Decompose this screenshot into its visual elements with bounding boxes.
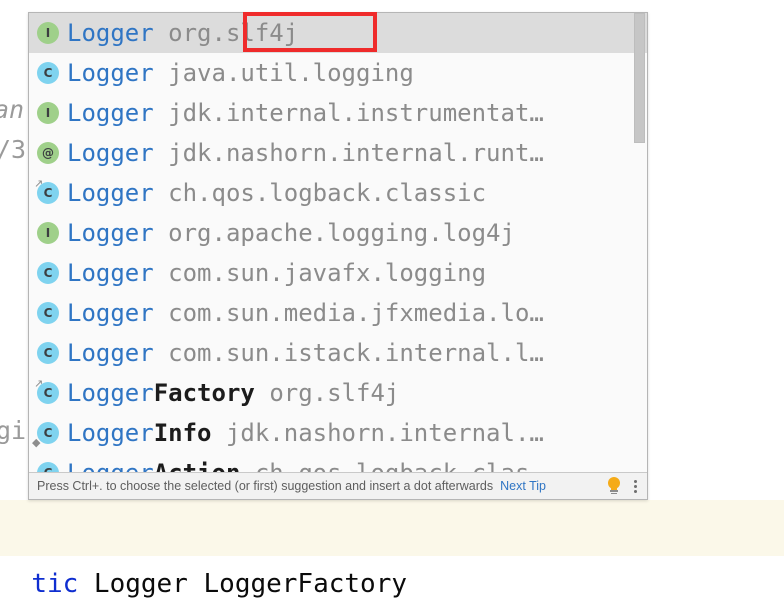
editor-current-line[interactable]: tic Logger LoggerFactory — [0, 500, 784, 599]
code-text: Logger LoggerFactory — [78, 569, 408, 599]
suggestion-row[interactable]: @ Logger jdk.nashorn.internal.runt… — [29, 133, 647, 173]
suggestion-match-prefix: Logger — [67, 19, 154, 47]
interface-icon: I — [37, 222, 59, 244]
suggestion-match-prefix: Logger — [67, 299, 154, 327]
final-class-icon: C ◆ — [32, 422, 59, 448]
suggestion-match-prefix: Logger — [67, 59, 154, 87]
annotation-icon: @ — [37, 142, 59, 164]
hint-text: Press Ctrl+. to choose the selected (or … — [37, 479, 494, 493]
suggestion-row[interactable]: I Logger jdk.internal.instrumentat… — [29, 93, 647, 133]
suggestion-row[interactable]: C Logger com.sun.media.jfxmedia.lo… — [29, 293, 647, 333]
suggestion-match-prefix: Logger — [67, 139, 154, 167]
suggestion-text: Logger org.apache.logging.log4j — [67, 213, 515, 253]
next-tip-link[interactable]: Next Tip — [500, 479, 546, 493]
suggestion-match-prefix: Logger — [67, 419, 154, 447]
suggestion-row[interactable]: C ◆ LoggerInfo jdk.nashorn.internal.… — [29, 413, 647, 453]
modifier-badge-icon: ◆ — [32, 436, 41, 449]
suggestion-text: Logger java.util.logging — [67, 53, 414, 93]
suggestion-text: Logger com.sun.istack.internal.l… — [67, 333, 544, 373]
suggestion-name-suffix: Factory — [153, 379, 255, 407]
suggestion-text: Logger com.sun.javafx.logging — [67, 253, 486, 293]
kebab-menu-icon[interactable] — [631, 477, 641, 495]
suggestion-package: jdk.internal.instrumentat… — [168, 99, 544, 127]
suggestion-match-prefix: Logger — [67, 379, 154, 407]
modifier-badge-icon: ↗ — [34, 177, 44, 190]
suggestion-name-suffix: Action — [153, 459, 241, 473]
suggestion-match-prefix: Logger — [67, 459, 154, 473]
suggestion-text: Logger com.sun.media.jfxmedia.lo… — [67, 293, 544, 333]
suggestion-package: ch.qos.logback.classic — [168, 179, 487, 207]
suggestion-package: com.sun.javafx.logging — [168, 259, 487, 287]
suggestion-package: org.apache.logging.log4j — [168, 219, 515, 247]
suggestion-text: Logger ch.qos.logback.classic — [67, 173, 486, 213]
popup-scrollbar-thumb[interactable] — [634, 13, 645, 143]
suggestion-text: Logger jdk.nashorn.internal.runt… — [67, 133, 544, 173]
suggestion-match-prefix: Logger — [67, 339, 154, 367]
suggestion-row[interactable]: C Logger com.sun.istack.internal.l… — [29, 333, 647, 373]
interface-icon: I — [37, 102, 59, 124]
editor-background-fragment: an — [0, 95, 25, 124]
suggestion-text: Logger jdk.internal.instrumentat… — [67, 93, 544, 133]
class-icon: C — [37, 62, 59, 84]
interface-icon: I — [37, 22, 59, 44]
code-completion-popup[interactable]: I Logger org.slf4j C Logger java.util.loggi… — [28, 12, 648, 500]
suggestion-row[interactable]: I Logger org.apache.logging.log4j — [29, 213, 647, 253]
abstract-class-icon: C ↗ — [34, 177, 59, 204]
suggestion-package: com.sun.media.jfxmedia.lo… — [168, 299, 544, 327]
suggestion-package: org.slf4j — [168, 19, 299, 47]
popup-footer: Press Ctrl+. to choose the selected (or … — [29, 472, 647, 499]
suggestion-row[interactable]: C ↗ LoggerFactory org.slf4j — [29, 373, 647, 413]
lightbulb-icon[interactable] — [606, 477, 622, 495]
suggestion-package: jdk.nashorn.internal.runt… — [168, 139, 544, 167]
suggestion-match-prefix: Logger — [67, 219, 154, 247]
code-keyword: tic — [31, 569, 79, 599]
suggestion-package: com.sun.istack.internal.l… — [168, 339, 544, 367]
suggestion-package: java.util.logging — [168, 59, 414, 87]
suggestion-text: LoggerFactory org.slf4j — [67, 373, 399, 413]
editor-background-fragment: /3 — [0, 135, 27, 164]
modifier-badge-icon: ↗ — [34, 377, 44, 390]
suggestion-package: ch.qos.logback.clas — [254, 459, 530, 473]
suggestion-package: org.slf4j — [269, 379, 400, 407]
suggestion-row[interactable]: C Logger java.util.logging — [29, 53, 647, 93]
suggestion-row[interactable]: C Logger com.sun.javafx.logging — [29, 253, 647, 293]
editor-background-fragment: gi — [0, 416, 27, 445]
class-icon: C — [37, 302, 59, 324]
suggestion-match-prefix: Logger — [67, 179, 154, 207]
suggestion-list[interactable]: I Logger org.slf4j C Logger java.util.loggi… — [29, 13, 647, 473]
class-icon: C — [37, 342, 59, 364]
suggestion-match-prefix: Logger — [67, 259, 154, 287]
suggestion-row[interactable]: I Logger org.slf4j — [29, 13, 647, 53]
popup-scrollbar[interactable] — [627, 13, 647, 473]
suggestion-text: Logger org.slf4j — [67, 13, 298, 53]
suggestion-match-prefix: Logger — [67, 99, 154, 127]
suggestion-text: LoggerInfo jdk.nashorn.internal.… — [67, 413, 544, 453]
suggestion-row[interactable]: C LoggerAction ch.qos.logback.clas — [29, 453, 647, 473]
suggestion-row[interactable]: C ↗ Logger ch.qos.logback.classic — [29, 173, 647, 213]
abstract-class-icon: C ↗ — [34, 377, 59, 404]
suggestion-name-suffix: Info — [153, 419, 212, 447]
suggestion-text: LoggerAction ch.qos.logback.clas — [67, 453, 529, 473]
class-icon: C — [37, 262, 59, 284]
suggestion-package: jdk.nashorn.internal.… — [225, 419, 544, 447]
